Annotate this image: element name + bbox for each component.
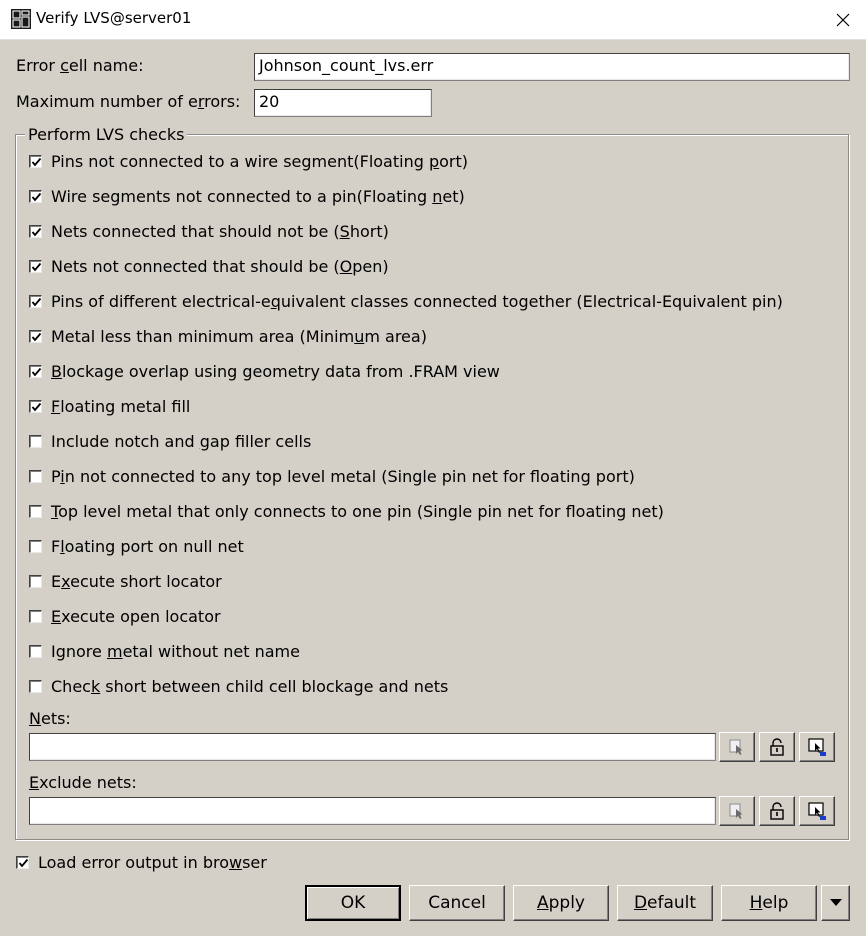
lvs-check-row[interactable]: Nets not connected that should be (Open) xyxy=(29,255,389,277)
lvs-check-label: Floating metal fill xyxy=(51,396,191,416)
lvs-check-label: Pins of different electrical-equivalent … xyxy=(51,291,783,311)
lvs-check-checkbox[interactable] xyxy=(29,679,42,693)
lvs-check-checkbox[interactable] xyxy=(29,644,42,658)
lvs-check-checkbox[interactable] xyxy=(29,294,42,308)
ok-button[interactable]: OK xyxy=(305,885,401,921)
lvs-check-label: Include notch and gap filler cells xyxy=(51,431,312,451)
select-from-view-icon xyxy=(808,802,826,820)
nets-label: Nets: xyxy=(29,709,71,728)
nets-select-button[interactable] xyxy=(719,732,755,762)
nets-input[interactable] xyxy=(29,733,716,761)
window-title: Verify LVS@server01 xyxy=(36,9,192,27)
select-from-view-icon xyxy=(808,738,826,756)
lvs-check-checkbox[interactable] xyxy=(29,574,42,588)
lvs-check-row[interactable]: Metal less than minimum area (Minimum ar… xyxy=(29,325,427,347)
lvs-check-label: Ignore metal without net name xyxy=(51,641,300,661)
lvs-check-checkbox[interactable] xyxy=(29,539,42,553)
nets-unlock-button[interactable] xyxy=(759,732,795,762)
lvs-check-checkbox[interactable] xyxy=(29,224,42,238)
load-output-label: Load error output in browser xyxy=(38,852,267,872)
error-cell-name-label: Error cell name: xyxy=(16,56,144,75)
lvs-check-row[interactable]: Ignore metal without net name xyxy=(29,640,300,662)
lvs-check-row[interactable]: Pin not connected to any top level metal… xyxy=(29,465,635,487)
exclude-nets-select-from-view-button[interactable] xyxy=(799,796,835,826)
title-bar: Verify LVS@server01 xyxy=(0,0,866,40)
lvs-check-row[interactable]: Nets connected that should not be (Short… xyxy=(29,220,389,242)
cancel-button[interactable]: Cancel xyxy=(409,885,505,921)
lvs-check-row[interactable]: Wire segments not connected to a pin(Flo… xyxy=(29,185,465,207)
exclude-nets-select-button[interactable] xyxy=(719,796,755,826)
lvs-check-row[interactable]: Floating metal fill xyxy=(29,395,190,417)
lvs-check-row[interactable]: Include notch and gap filler cells xyxy=(29,430,311,452)
lvs-check-label: Nets connected that should not be (Short… xyxy=(51,221,389,241)
lvs-check-row[interactable]: Pins not connected to a wire segment(Flo… xyxy=(29,150,468,172)
layout-grid-icon xyxy=(11,9,31,29)
lvs-check-label: Blockage overlap using geometry data fro… xyxy=(51,361,500,381)
lvs-check-label: Pin not connected to any top level metal… xyxy=(51,466,635,486)
lvs-check-checkbox[interactable] xyxy=(29,609,42,623)
unlock-icon xyxy=(770,738,784,756)
exclude-nets-label: Exclude nets: xyxy=(29,773,137,792)
max-errors-input[interactable]: 20 xyxy=(254,89,432,117)
lvs-check-row[interactable]: Execute short locator xyxy=(29,570,222,592)
lvs-check-row[interactable]: Execute open locator xyxy=(29,605,221,627)
close-icon xyxy=(836,13,850,26)
error-cell-name-input[interactable]: Johnson_count_lvs.err xyxy=(254,53,850,81)
lvs-check-checkbox[interactable] xyxy=(29,189,42,203)
select-pointer-icon xyxy=(729,739,743,755)
lvs-check-row[interactable]: Blockage overlap using geometry data fro… xyxy=(29,360,500,382)
lvs-check-label: Wire segments not connected to a pin(Flo… xyxy=(51,186,465,206)
lvs-check-checkbox[interactable] xyxy=(29,154,42,168)
lvs-check-label: Execute open locator xyxy=(51,606,221,626)
max-errors-label: Maximum number of errors: xyxy=(16,92,241,111)
lvs-check-row[interactable]: Pins of different electrical-equivalent … xyxy=(29,290,783,312)
load-output-checkbox-row[interactable]: Load error output in browser xyxy=(16,851,267,873)
exclude-nets-unlock-button[interactable] xyxy=(759,796,795,826)
lvs-check-label: Top level metal that only connects to on… xyxy=(51,501,664,521)
default-button[interactable]: Default xyxy=(617,885,713,921)
lvs-check-checkbox[interactable] xyxy=(29,434,42,448)
lvs-check-checkbox[interactable] xyxy=(29,364,42,378)
lvs-check-label: Nets not connected that should be (Open) xyxy=(51,256,389,276)
lvs-check-label: Check short between child cell blockage … xyxy=(51,676,449,696)
apply-button[interactable]: Apply xyxy=(513,885,609,921)
lvs-check-row[interactable]: Floating port on null net xyxy=(29,535,244,557)
unlock-icon xyxy=(770,802,784,820)
lvs-check-label: Metal less than minimum area (Minimum ar… xyxy=(51,326,427,346)
lvs-check-label: Floating port on null net xyxy=(51,536,244,556)
lvs-check-checkbox[interactable] xyxy=(29,504,42,518)
lvs-check-checkbox[interactable] xyxy=(29,259,42,273)
group-title: Perform LVS checks xyxy=(25,125,188,144)
more-options-button[interactable] xyxy=(821,885,850,921)
select-pointer-icon xyxy=(729,803,743,819)
close-button[interactable] xyxy=(820,0,866,39)
load-output-checkbox[interactable] xyxy=(16,855,29,869)
help-button[interactable]: Help xyxy=(721,885,817,921)
lvs-check-label: Execute short locator xyxy=(51,571,222,591)
lvs-check-checkbox[interactable] xyxy=(29,469,42,483)
exclude-nets-input[interactable] xyxy=(29,797,716,825)
lvs-check-row[interactable]: Check short between child cell blockage … xyxy=(29,675,448,697)
lvs-check-checkbox[interactable] xyxy=(29,329,42,343)
dropdown-arrow-icon xyxy=(829,899,842,906)
lvs-check-checkbox[interactable] xyxy=(29,399,42,413)
lvs-check-label: Pins not connected to a wire segment(Flo… xyxy=(51,151,468,171)
nets-select-from-view-button[interactable] xyxy=(799,732,835,762)
lvs-check-row[interactable]: Top level metal that only connects to on… xyxy=(29,500,664,522)
